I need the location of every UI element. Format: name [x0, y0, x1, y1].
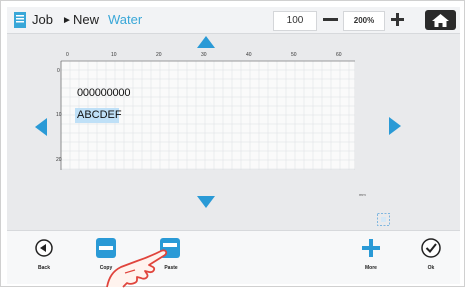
back-icon[interactable]: [35, 239, 53, 257]
file-icon: [14, 12, 26, 28]
text-object-serial[interactable]: 000000000: [77, 87, 130, 99]
move-left-button[interactable]: [35, 118, 47, 136]
breadcrumb-job[interactable]: Job: [32, 12, 53, 27]
job-name: Water: [108, 12, 143, 27]
ok-button-label: Ok: [427, 265, 435, 271]
left-ruler-tick: 10: [56, 112, 62, 118]
top-ruler-tick: 60: [336, 52, 342, 58]
top-ruler-tick: 20: [156, 52, 162, 58]
breadcrumb-separator: ►: [62, 15, 72, 26]
move-handle-icon[interactable]: [377, 213, 390, 226]
zoom-step-field[interactable]: 100: [273, 11, 317, 31]
breadcrumb-new[interactable]: New: [73, 12, 99, 27]
unit-label: mm: [359, 192, 366, 197]
top-ruler-tick: 10: [111, 52, 117, 58]
home-icon: [432, 14, 449, 27]
back-button-label: Back: [38, 265, 50, 271]
move-right-button[interactable]: [389, 117, 401, 135]
check-icon[interactable]: [421, 238, 441, 258]
zoom-out-button[interactable]: [323, 18, 338, 21]
left-ruler-tick: 20: [56, 157, 62, 163]
move-down-button[interactable]: [197, 196, 215, 208]
home-button[interactable]: [425, 10, 456, 30]
hand-pointer-icon: [106, 249, 168, 288]
top-ruler-tick: 40: [246, 52, 252, 58]
header-bar: Job ► New Water 100 200%: [7, 7, 460, 34]
left-ruler-tick: 0: [57, 68, 60, 74]
zoom-level-field[interactable]: 200%: [343, 11, 385, 31]
more-button-label: More: [365, 265, 377, 271]
top-ruler-tick: 30: [201, 52, 207, 58]
plus-icon[interactable]: [361, 238, 381, 258]
app-frame: Job ► New Water 100 200% mm Back Copy Pa…: [0, 0, 465, 288]
bottom-toolbar: Back Copy Paste More Ok: [7, 230, 460, 284]
text-object-selected[interactable]: ABCDEF: [75, 108, 122, 123]
zoom-in-button-bar: [396, 13, 399, 26]
top-ruler-tick: 0: [66, 52, 69, 58]
top-ruler-tick: 50: [291, 52, 297, 58]
